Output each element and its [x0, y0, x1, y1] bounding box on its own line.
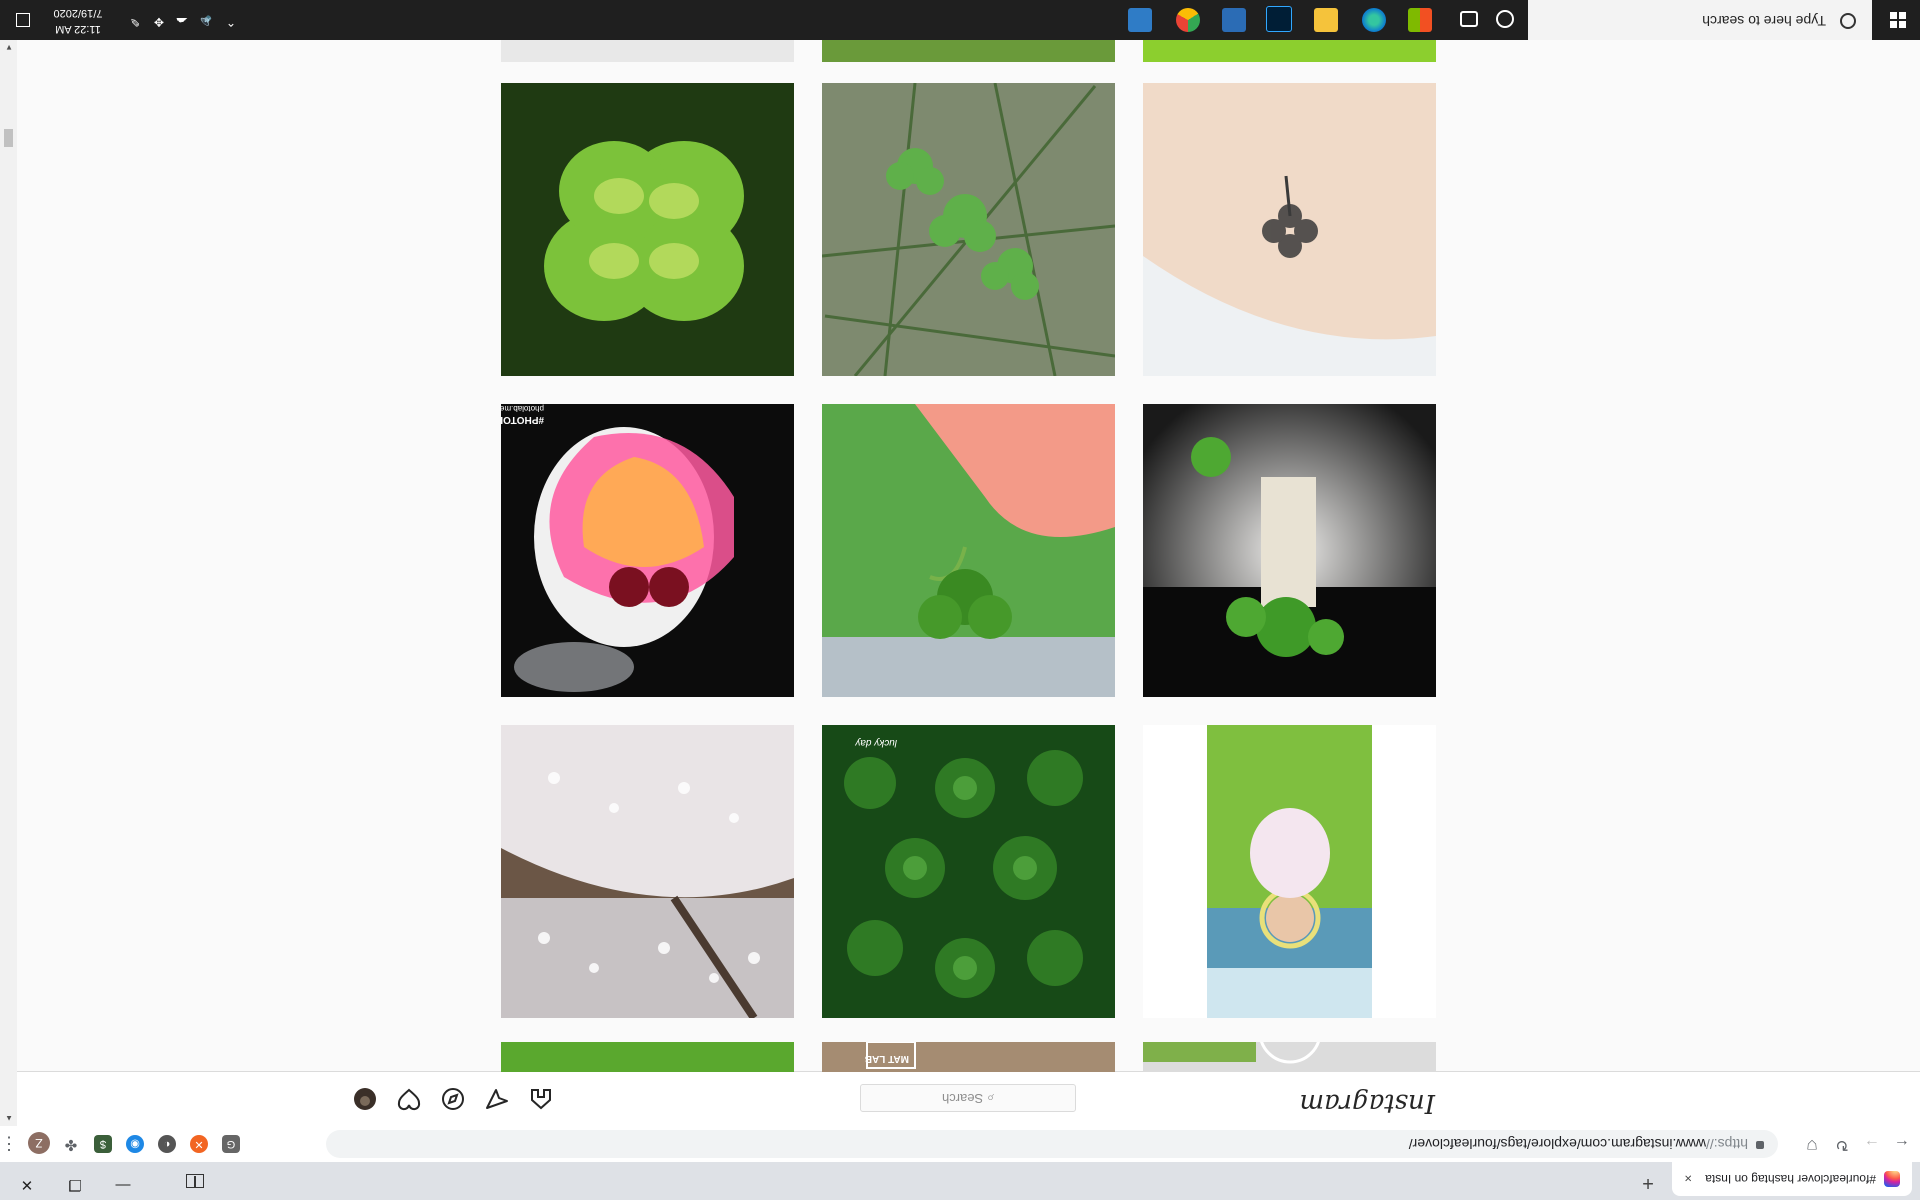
instagram-header: Instagram ⌕ Search [17, 1071, 1920, 1126]
address-bar[interactable]: https://www.instagram.com/explore/tags/f… [326, 1130, 1778, 1158]
extension-circle-icon[interactable]: ◐ [158, 1135, 176, 1153]
scrollbar-thumb[interactable] [4, 129, 13, 147]
reload-button[interactable]: ↻ [1830, 1132, 1854, 1156]
close-window-button[interactable]: ✕ [4, 1168, 50, 1194]
page-scrollbar[interactable]: ▲ ▼ [0, 40, 17, 1126]
search-icon [1840, 13, 1856, 29]
chrome-icon[interactable] [1176, 8, 1200, 32]
lock-icon [1756, 1141, 1764, 1149]
tab-close-button[interactable]: × [1684, 1172, 1692, 1187]
onedrive-icon[interactable]: ☁ [176, 15, 188, 29]
restore-button[interactable]: ❐ [52, 1168, 98, 1194]
explore-icon[interactable] [441, 1087, 465, 1111]
extension-g-icon[interactable]: G [222, 1135, 240, 1153]
windows-start-icon[interactable] [1890, 12, 1906, 28]
photoshop-icon[interactable] [1266, 6, 1292, 32]
taskbar-clock[interactable]: 11:22 AM 7/19/2020 [46, 5, 110, 37]
back-button[interactable]: ← [1890, 1132, 1914, 1156]
microsoft-store-icon[interactable] [1408, 8, 1432, 32]
instagram-logo[interactable]: Instagram [1299, 1088, 1435, 1118]
extension-blue-icon[interactable]: ◉ [126, 1135, 144, 1153]
grid-post-clover-vase[interactable] [1143, 404, 1436, 697]
grid-post-partial-right[interactable] [501, 1042, 794, 1072]
tab-title: #fourleafclover hashtag on Insta [1705, 1172, 1876, 1186]
activity-heart-icon[interactable] [397, 1087, 421, 1111]
grid-post-blossoms[interactable] [501, 725, 794, 1018]
profile-avatar-button[interactable]: Z [28, 1132, 50, 1154]
home-icon[interactable] [529, 1087, 553, 1111]
grid-post-partial-center[interactable]: MAT LAB [822, 1042, 1115, 1072]
browser-tab-strip: #fourleafclover hashtag on Insta × + — ❐… [0, 1162, 1920, 1200]
browser-toolbar: ← → ↻ ⛉ https://www.instagram.com/explor… [0, 1125, 1920, 1162]
url-scheme: https:// [1705, 1136, 1748, 1152]
lucky-caption: lucky day [855, 737, 897, 748]
browser-menu-button[interactable]: ⋮ [0, 1133, 18, 1154]
grid-post-neon-portrait[interactable]: #PHOTOLAB photolab.me [501, 404, 794, 697]
photos-app-icon[interactable] [1222, 8, 1246, 32]
scroll-down-arrow-icon[interactable]: ▼ [5, 43, 13, 52]
grid-post-partial-bottom-left[interactable] [1143, 40, 1436, 62]
profile-avatar[interactable] [353, 1087, 377, 1111]
cortana-icon[interactable] [1496, 10, 1514, 28]
photolab-sub-caption: photolab.me [501, 404, 544, 413]
taskbar-search-box[interactable]: Type here to search [1528, 0, 1872, 40]
instagram-search-input[interactable]: ⌕ Search [860, 1084, 1076, 1112]
browser-tab[interactable]: #fourleafclover hashtag on Insta × [1672, 1162, 1912, 1196]
pen-icon[interactable]: ✎ [130, 15, 140, 29]
grid-post-hand-clover[interactable] [822, 404, 1115, 697]
bookmark-icon[interactable]: ⛉ [1800, 1132, 1824, 1156]
extension-x-icon[interactable]: ✕ [190, 1135, 208, 1153]
grid-post-clover-patch[interactable]: lucky day [822, 725, 1115, 1018]
file-explorer-icon[interactable] [1314, 8, 1338, 32]
windows-taskbar: Type here to search ⌃ 🔈 ☁ ✥ ✎ 11:22 AM 7… [0, 0, 1920, 40]
edge-browser-icon[interactable] [1362, 8, 1386, 32]
grid-post-clovers-grass[interactable] [822, 83, 1115, 376]
forward-button[interactable]: → [1860, 1132, 1884, 1156]
grid-post-partial-bottom-center[interactable] [822, 40, 1115, 62]
search-placeholder: Search [941, 1091, 984, 1106]
task-view-icon[interactable] [1460, 11, 1478, 27]
grid-post-green-clover[interactable] [501, 83, 794, 376]
outlook-icon[interactable] [1128, 8, 1152, 32]
action-center-icon[interactable] [16, 13, 30, 27]
grid-post-partial-bottom-right[interactable] [501, 40, 794, 62]
grid-post-clover-tattoo[interactable] [1143, 83, 1436, 376]
grid-post-partial-left[interactable] [1143, 1042, 1436, 1072]
matlab-caption: MAT LAB [864, 1053, 909, 1064]
clock-time: 11:22 AM [55, 23, 101, 35]
volume-icon[interactable]: 🔈 [197, 15, 212, 29]
search-icon: ⌕ [986, 1091, 995, 1106]
url-text: www.instagram.com/explore/tags/fourleafc… [1408, 1136, 1706, 1152]
direct-message-icon[interactable] [485, 1087, 509, 1111]
page-viewport: Instagram ⌕ Search MAT LAB lucky day #PH… [0, 40, 1920, 1126]
screen: #fourleafclover hashtag on Insta × + — ❐… [0, 0, 1920, 1200]
extensions-puzzle-icon[interactable]: ✤ [62, 1135, 80, 1153]
photolab-caption: #PHOTOLAB [501, 414, 544, 425]
dropbox-icon[interactable]: ✥ [154, 15, 164, 29]
tab-search-icon[interactable] [186, 1174, 204, 1188]
instagram-favicon-icon [1884, 1171, 1900, 1187]
minimize-button[interactable]: — [100, 1168, 146, 1194]
grid-post-child[interactable] [1143, 725, 1436, 1018]
show-hidden-icons-chevron-icon[interactable]: ⌃ [226, 15, 236, 29]
new-tab-button[interactable]: + [1634, 1168, 1662, 1194]
taskbar-search-placeholder: Type here to search [1702, 13, 1826, 29]
scroll-up-arrow-icon[interactable]: ▲ [5, 1114, 13, 1123]
extension-dollar-icon[interactable]: $ [94, 1135, 112, 1153]
clock-date: 7/19/2020 [53, 7, 103, 19]
